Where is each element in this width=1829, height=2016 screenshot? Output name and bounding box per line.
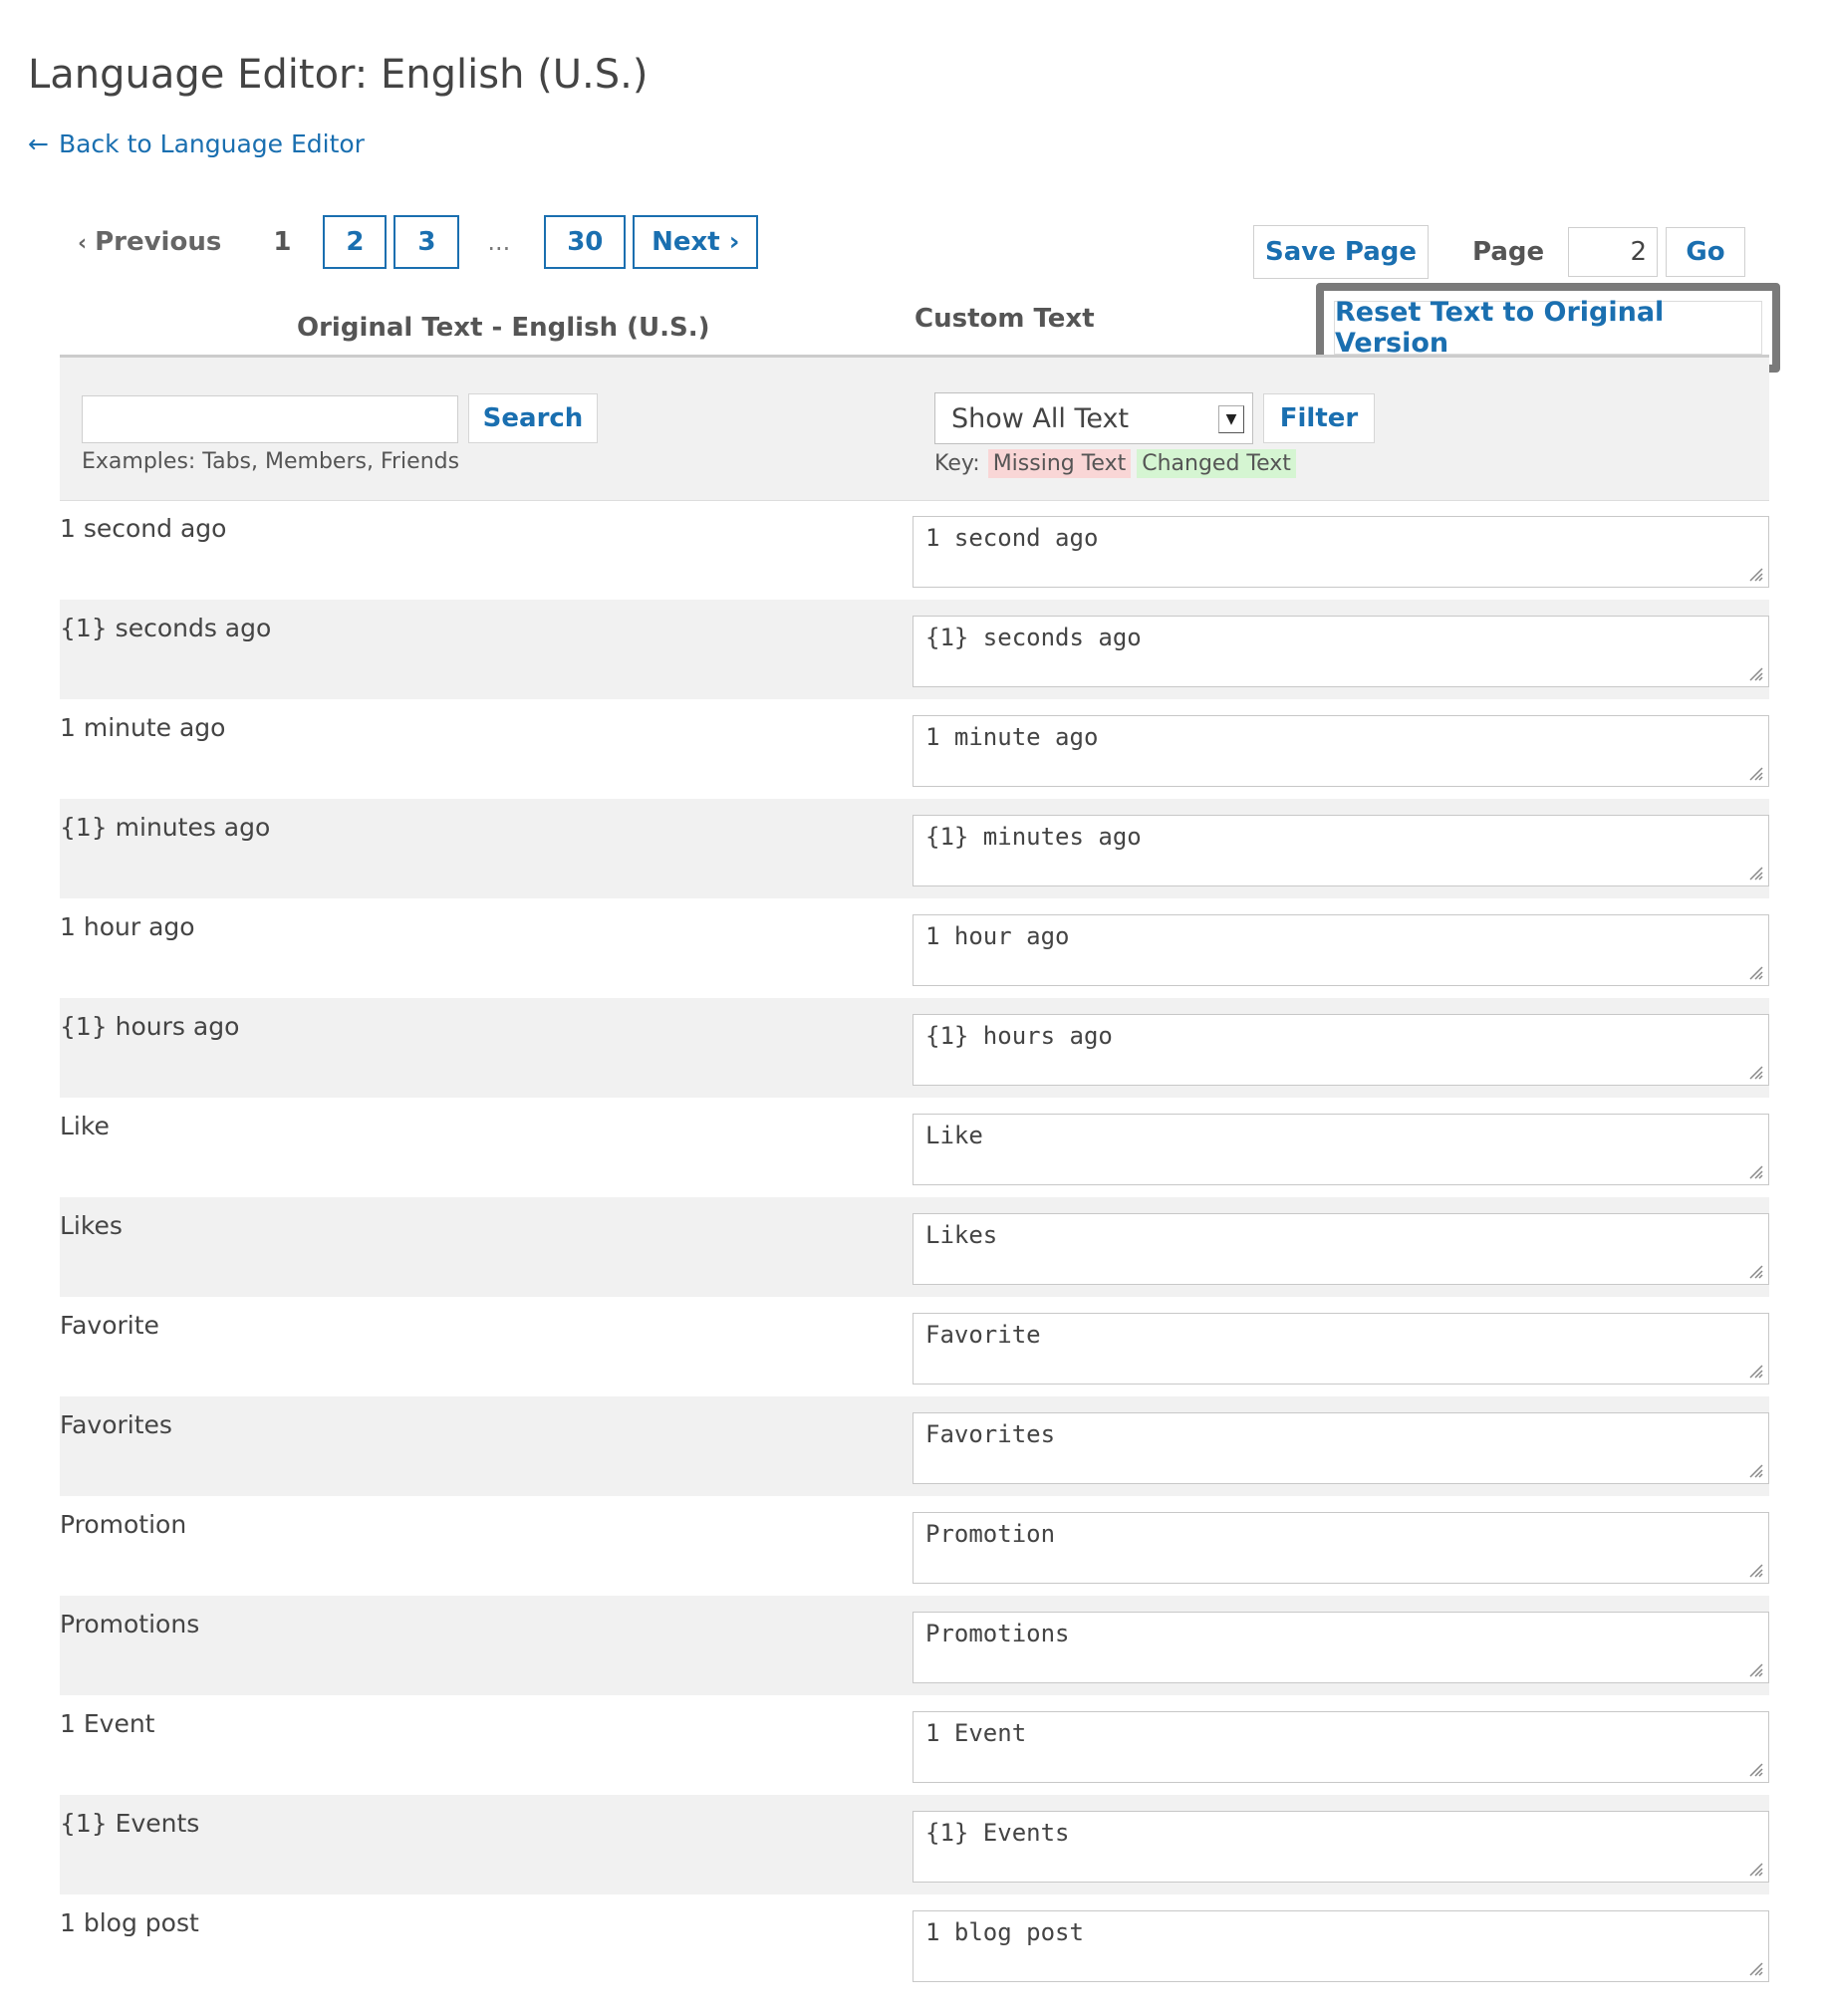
- custom-text-field[interactable]: 1 minute ago: [913, 715, 1769, 787]
- table-row: Promotion Promotion: [60, 1496, 1769, 1596]
- back-link-label: Back to Language Editor: [58, 129, 365, 158]
- table-row: 1 minute ago 1 minute ago: [60, 699, 1769, 799]
- original-text: 1 hour ago: [60, 912, 195, 941]
- custom-text-field[interactable]: 1 Event: [913, 1711, 1769, 1783]
- chevron-right-icon: ›: [728, 227, 740, 257]
- original-text: 1 second ago: [60, 514, 227, 543]
- chevron-down-icon: ▼: [1218, 405, 1244, 433]
- table-row: 1 Event 1 Event: [60, 1695, 1769, 1795]
- custom-text-field[interactable]: Favorites: [913, 1412, 1769, 1484]
- table-row: 1 blog post 1 blog post: [60, 1894, 1769, 1994]
- translation-rows: 1 second ago 1 second ago {1} seconds ago{…: [60, 500, 1769, 1994]
- key-changed-text: Changed Text: [1137, 449, 1296, 478]
- back-to-language-editor-link[interactable]: ← Back to Language Editor: [28, 129, 365, 158]
- original-text: 1 Event: [60, 1709, 155, 1738]
- original-text: 1 blog post: [60, 1908, 199, 1937]
- table-row: Favorite Favorite: [60, 1297, 1769, 1396]
- custom-text-field[interactable]: {1} hours ago: [913, 1014, 1769, 1086]
- custom-text-field[interactable]: Promotion: [913, 1512, 1769, 1584]
- previous-page-button[interactable]: ‹ Previous: [78, 227, 221, 257]
- text-filter-select[interactable]: Show All Text ▼: [934, 392, 1253, 444]
- custom-text-field[interactable]: {1} Events: [913, 1811, 1769, 1883]
- original-text: {1} Events: [60, 1809, 200, 1838]
- original-text: {1} hours ago: [60, 1012, 240, 1041]
- table-row: {1} hours ago {1} hours ago: [60, 998, 1769, 1098]
- custom-text-field[interactable]: Like: [913, 1114, 1769, 1185]
- page-3-button[interactable]: 3: [393, 215, 460, 269]
- custom-text-field[interactable]: 1 hour ago: [913, 914, 1769, 986]
- reset-text-button[interactable]: Reset Text to Original Version: [1334, 297, 1762, 359]
- table-row: {1} seconds ago {1} seconds ago: [60, 600, 1769, 699]
- table-row: {1} minutes ago {1} minutes ago: [60, 799, 1769, 898]
- chevron-left-icon: ‹: [78, 231, 88, 256]
- original-text: {1} minutes ago: [60, 813, 271, 842]
- pagination-ellipsis: ...: [487, 228, 511, 256]
- back-arrow-icon: ←: [28, 129, 49, 158]
- table-row: Likes Likes: [60, 1197, 1769, 1297]
- original-text: Favorite: [60, 1311, 159, 1340]
- custom-text-field[interactable]: Likes: [913, 1213, 1769, 1285]
- original-text: Like: [60, 1112, 110, 1140]
- table-row: Like Like: [60, 1098, 1769, 1197]
- table-row: {1} Events {1} Events: [60, 1795, 1769, 1894]
- custom-text-field[interactable]: {1} minutes ago: [913, 815, 1769, 886]
- key-missing-text: Missing Text: [987, 449, 1132, 478]
- table-row: Favorites Favorites: [60, 1396, 1769, 1496]
- original-text: Likes: [60, 1211, 123, 1240]
- current-page-number: 1: [273, 227, 292, 257]
- custom-text-field[interactable]: Promotions: [913, 1612, 1769, 1683]
- custom-text-field[interactable]: 1 second ago: [913, 516, 1769, 588]
- page-2-button[interactable]: 2: [323, 215, 388, 269]
- original-text: {1} seconds ago: [60, 614, 272, 642]
- key-label: Key:: [934, 451, 980, 476]
- page-number-input[interactable]: [1568, 227, 1658, 277]
- page-title: Language Editor: English (U.S.): [28, 52, 649, 98]
- original-text-column-header: Original Text - English (U.S.): [297, 313, 710, 343]
- custom-text-column-header: Custom Text: [914, 304, 1095, 334]
- table-row: Promotions Promotions: [60, 1596, 1769, 1695]
- search-examples: Examples: Tabs, Members, Friends: [82, 449, 460, 474]
- custom-text-field[interactable]: 1 blog post: [913, 1910, 1769, 1982]
- save-page-button[interactable]: Save Page: [1253, 225, 1429, 279]
- table-row: 1 hour ago 1 hour ago: [60, 898, 1769, 998]
- search-button[interactable]: Search: [468, 393, 598, 443]
- original-text: Favorites: [60, 1410, 172, 1439]
- original-text: Promotions: [60, 1610, 200, 1638]
- filter-button[interactable]: Filter: [1263, 393, 1375, 443]
- original-text: Promotion: [60, 1510, 187, 1539]
- search-input[interactable]: [82, 395, 458, 443]
- filter-bar: Search Examples: Tabs, Members, Friends …: [60, 358, 1769, 501]
- custom-text-field[interactable]: Favorite: [913, 1313, 1769, 1385]
- pagination: ‹ Previous 1 2 3 ... 30 Next ›: [78, 213, 759, 271]
- go-button[interactable]: Go: [1666, 227, 1745, 277]
- table-row: 1 second ago 1 second ago: [60, 500, 1769, 600]
- color-key: Key: Missing Text Changed Text: [934, 449, 1296, 478]
- previous-label: Previous: [95, 227, 222, 257]
- next-page-button[interactable]: Next ›: [633, 215, 759, 269]
- original-text: 1 minute ago: [60, 713, 226, 742]
- custom-text-field[interactable]: {1} seconds ago: [913, 616, 1769, 687]
- next-label: Next: [652, 227, 720, 257]
- select-value: Show All Text: [951, 402, 1130, 434]
- page-label: Page: [1472, 237, 1545, 267]
- page-30-button[interactable]: 30: [544, 215, 627, 269]
